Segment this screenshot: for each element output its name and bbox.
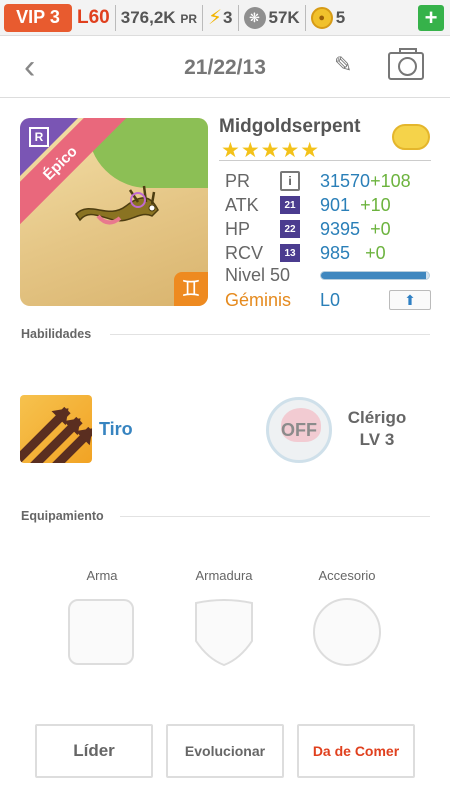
- stat-value: 901 +10: [320, 195, 391, 216]
- accessory-slot[interactable]: [313, 598, 381, 666]
- section-title-skills: Habilidades: [21, 327, 92, 341]
- stat-number: 9395: [320, 218, 361, 239]
- page-title: 21/22/13: [184, 56, 266, 79]
- serpent-monster-image: [75, 185, 159, 225]
- xp-progress-bar: [320, 271, 430, 280]
- info-icon[interactable]: i: [280, 171, 300, 191]
- energy-count: 3: [223, 7, 233, 27]
- armor-slot[interactable]: [192, 597, 256, 667]
- divider: [304, 4, 306, 31]
- stat-bonus: +10: [360, 194, 391, 215]
- zodiac-sign: Géminis: [225, 290, 292, 310]
- level-label: Nivel 50: [225, 265, 291, 285]
- paw-display[interactable]: ❋ 57K: [243, 6, 300, 29]
- header: ‹ 21/22/13 ✎: [0, 36, 450, 98]
- leader-level: LV 3: [359, 430, 395, 449]
- stat-label: HP: [225, 218, 251, 239]
- gemini-icon: ♊: [174, 272, 208, 306]
- weapon-slot[interactable]: [68, 599, 134, 665]
- stat-row-hp: HP 22 9395 +0: [225, 217, 435, 241]
- evolve-button[interactable]: Evolucionar: [166, 724, 284, 778]
- camera-icon[interactable]: [388, 48, 424, 80]
- edit-icon[interactable]: ✎: [334, 52, 352, 78]
- coin-count: 5: [335, 7, 346, 27]
- divider: [110, 334, 430, 335]
- accessory-label: Accesorio: [318, 568, 376, 583]
- stat-bonus: +0: [370, 218, 391, 239]
- stat-level-badge: 22: [280, 220, 300, 238]
- monster-name: Midgoldserpent: [219, 116, 361, 137]
- add-currency-button[interactable]: +: [418, 5, 444, 31]
- leader-button[interactable]: Líder: [35, 724, 153, 778]
- power-value: 376,2K: [120, 7, 176, 27]
- power-display: 376,2K PR: [121, 8, 197, 28]
- divider: [237, 4, 239, 31]
- rarity-badge-icon: R: [29, 127, 49, 147]
- status-bar: VIP 3 L60 376,2K PR ⚡ 3 ❋ 57K ● 5 +: [0, 0, 450, 36]
- leader-skill-state: OFF: [281, 419, 317, 440]
- stat-number: 31570: [320, 170, 371, 191]
- weapon-label: Arma: [86, 568, 118, 583]
- armor-label: Armadura: [195, 568, 253, 583]
- paw-icon: ❋: [243, 6, 266, 29]
- stat-level-badge: 13: [280, 244, 300, 262]
- stat-value: 31570+108: [320, 171, 411, 192]
- divider: [219, 160, 431, 161]
- rank-up-button[interactable]: ⬆: [389, 290, 431, 310]
- stat-bonus: +108: [370, 170, 411, 191]
- stat-number: 985: [320, 242, 351, 263]
- leader-skill-toggle[interactable]: OFF: [266, 397, 332, 463]
- stat-label: PR: [225, 170, 251, 191]
- stat-value: 9395 +0: [320, 219, 391, 240]
- divider: [120, 516, 430, 517]
- stat-label: RCV: [225, 242, 264, 263]
- paw-count: 57K: [268, 7, 300, 27]
- stat-row-rcv: RCV 13 985 +0: [225, 241, 435, 265]
- cloud-element-icon[interactable]: [392, 124, 430, 150]
- coin-icon: ●: [310, 6, 333, 29]
- stat-row-atk: ATK 21 901 +10: [225, 193, 435, 217]
- stat-row-pr: PR i 31570+108: [225, 169, 435, 193]
- energy-display[interactable]: ⚡ 3: [208, 5, 233, 30]
- lightning-bolt-icon: ⚡: [207, 7, 223, 29]
- stat-value: 985 +0: [320, 243, 386, 264]
- arrow-shot-skill-icon[interactable]: [20, 395, 92, 463]
- section-title-equipment: Equipamiento: [21, 509, 104, 523]
- leader-skill-info: Clérigo LV 3: [340, 407, 414, 451]
- divider: [201, 4, 203, 31]
- power-unit: PR: [180, 11, 197, 26]
- leader-class: Clérigo: [347, 408, 407, 427]
- feed-button[interactable]: Da de Comer: [297, 724, 415, 778]
- monster-portrait[interactable]: Épico R ♊: [20, 118, 208, 306]
- stat-bonus: +0: [365, 242, 386, 263]
- rank-level: L0: [320, 290, 341, 310]
- divider: [114, 4, 116, 31]
- stat-level-badge: 21: [280, 196, 300, 214]
- stat-label: ATK: [225, 194, 259, 215]
- xp-progress-fill: [321, 272, 426, 279]
- stat-number: 901: [320, 194, 351, 215]
- active-skill-name[interactable]: Tiro: [99, 419, 133, 440]
- vip-badge[interactable]: VIP 3: [4, 3, 72, 32]
- coin-display[interactable]: ● 5: [310, 6, 346, 29]
- player-level: L60: [77, 6, 110, 28]
